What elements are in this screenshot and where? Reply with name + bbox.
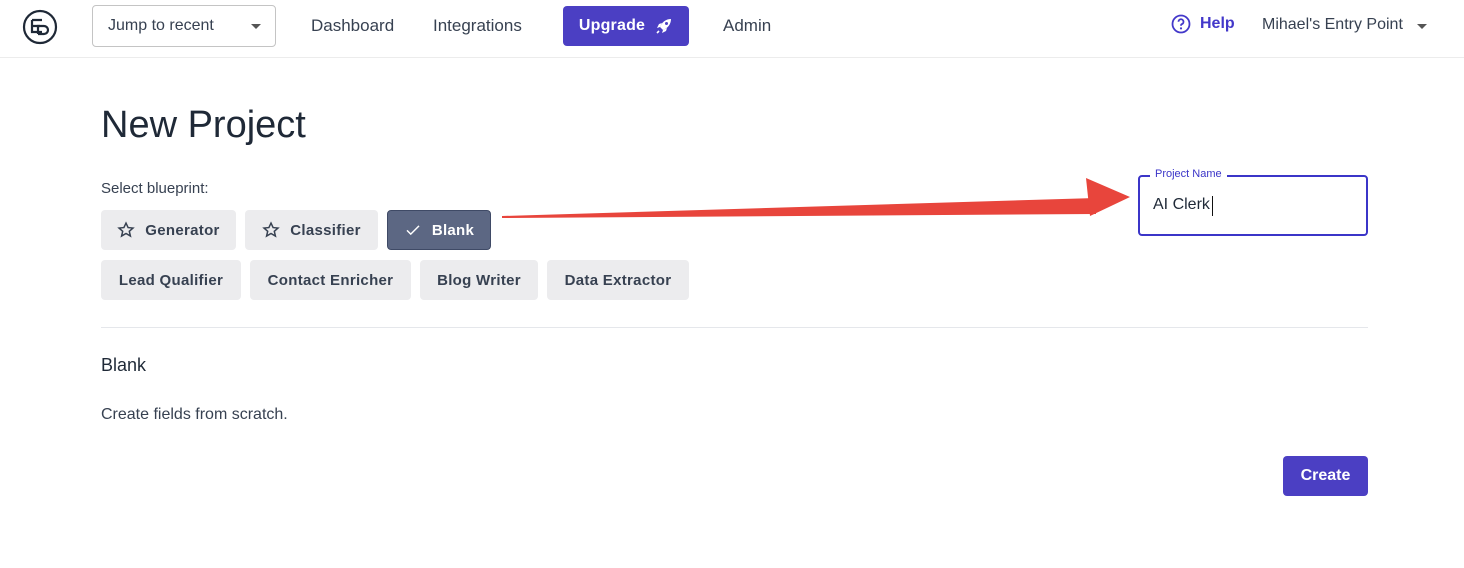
blueprint-label: Contact Enricher: [267, 271, 394, 289]
create-button[interactable]: Create: [1283, 456, 1368, 496]
chevron-down-icon: [1416, 23, 1427, 29]
star-icon: [262, 221, 280, 238]
rocket-icon: [656, 19, 672, 34]
blueprint-section-title: Blank: [101, 355, 147, 375]
section-divider: [101, 327, 1368, 328]
blueprint-generator[interactable]: Generator: [101, 210, 236, 250]
blueprint-label: Lead Qualifier: [118, 271, 224, 289]
blueprint-lead-qualifier[interactable]: Lead Qualifier: [101, 260, 241, 300]
chevron-down-icon: [251, 24, 261, 29]
check-icon: [406, 225, 420, 236]
blueprint-contact-enricher[interactable]: Contact Enricher: [250, 260, 411, 300]
blueprint-data-extractor[interactable]: Data Extractor: [547, 260, 689, 300]
blueprint-blank[interactable]: Blank: [387, 210, 491, 250]
help-link[interactable]: Help: [1171, 14, 1235, 34]
top-navigation-bar: Jump to recent Dashboard Integrations Up…: [0, 0, 1464, 58]
annotation-arrow-icon: [502, 178, 1130, 218]
text-cursor: [1212, 196, 1213, 216]
entry-point-logo-icon[interactable]: [21, 8, 59, 46]
blueprint-classifier[interactable]: Classifier: [245, 210, 378, 250]
jump-to-recent-label: Jump to recent: [108, 17, 214, 34]
blueprint-label: Classifier: [290, 221, 361, 239]
jump-to-recent-dropdown[interactable]: Jump to recent: [92, 5, 276, 47]
project-name-input[interactable]: [1153, 196, 1353, 214]
blueprint-label: Generator: [145, 221, 220, 239]
account-name: Mihael's Entry Point: [1262, 16, 1403, 33]
project-name-label: Project Name: [1150, 168, 1227, 180]
account-menu[interactable]: Mihael's Entry Point: [1262, 16, 1427, 34]
project-name-field[interactable]: Project Name: [1138, 168, 1368, 236]
blueprint-label: Blank: [431, 221, 475, 239]
nav-integrations[interactable]: Integrations: [433, 16, 522, 36]
help-circle-icon: [1171, 14, 1191, 34]
blueprint-label: Data Extractor: [564, 271, 672, 289]
blueprint-label: Blog Writer: [437, 271, 521, 289]
blueprint-blog-writer[interactable]: Blog Writer: [420, 260, 538, 300]
star-icon: [117, 221, 136, 238]
blueprint-section-description: Create fields from scratch.: [101, 406, 288, 423]
nav-dashboard[interactable]: Dashboard: [311, 16, 394, 36]
nav-admin[interactable]: Admin: [723, 16, 771, 36]
upgrade-label: Upgrade: [578, 17, 646, 34]
help-label: Help: [1200, 15, 1235, 32]
select-blueprint-label: Select blueprint:: [101, 180, 209, 197]
page-title: New Project: [101, 104, 306, 146]
upgrade-button[interactable]: Upgrade: [563, 6, 689, 46]
